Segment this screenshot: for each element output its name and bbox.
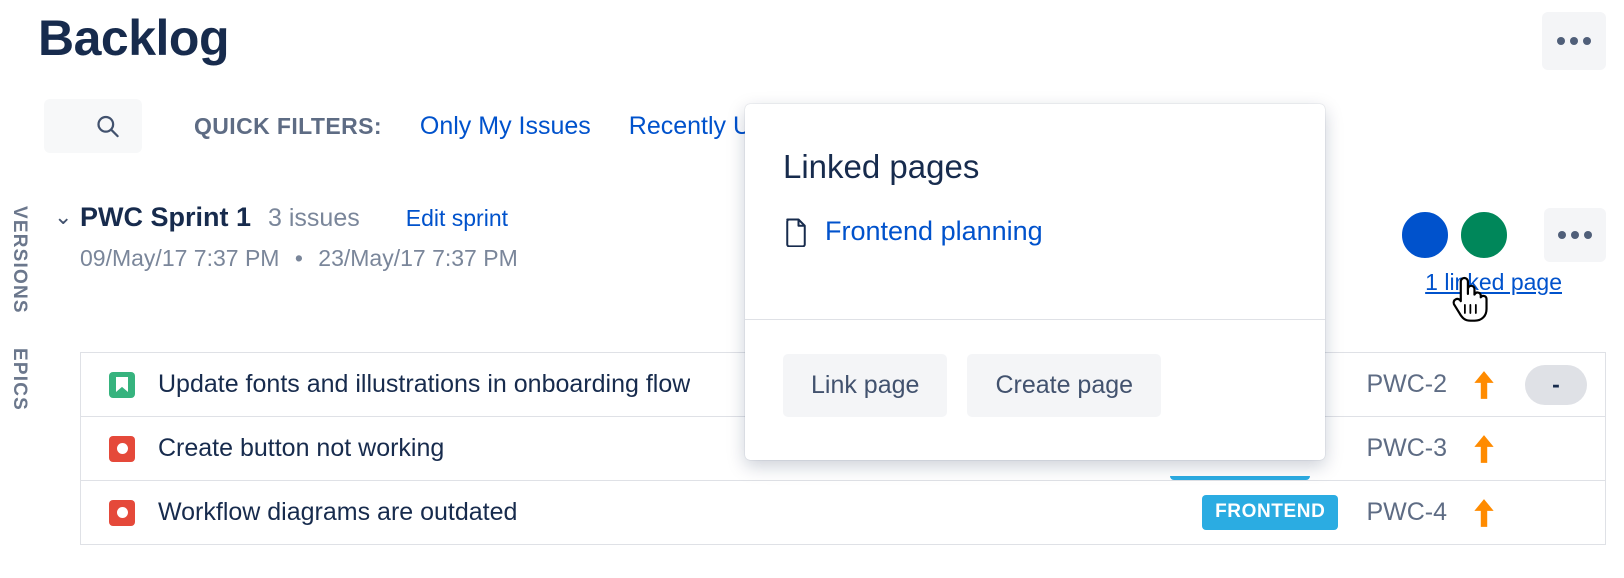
popup-title: Linked pages	[783, 148, 980, 185]
quick-filter-only-my-issues[interactable]: Only My Issues	[420, 112, 591, 141]
issue-row-meta: PWC-3	[1338, 429, 1587, 469]
popup-actions: Link page Create page	[783, 354, 1162, 417]
linked-pages-popup: Linked pages Frontend planning Link page…	[745, 104, 1325, 460]
bug-icon	[109, 499, 135, 526]
issue-key[interactable]: PWC-4	[1366, 498, 1447, 527]
issue-summary: Create button not working	[158, 434, 445, 462]
popup-divider	[745, 319, 1325, 320]
linked-pages-link[interactable]: 1 linked page	[1425, 269, 1562, 296]
search-icon	[97, 115, 119, 138]
avatar[interactable]	[1459, 210, 1509, 260]
create-page-button[interactable]: Create page	[967, 354, 1162, 417]
priority-high-arrow-icon	[1471, 434, 1497, 464]
page-document-icon	[786, 218, 806, 247]
rail-label-epics[interactable]: EPICS	[8, 348, 30, 411]
sprint-name: PWC Sprint 1	[80, 202, 252, 232]
avatar-group	[1400, 208, 1606, 262]
bug-icon	[109, 435, 135, 462]
issue-summary: Workflow diagrams are outdated	[158, 498, 518, 526]
sprint-more-actions-button[interactable]	[1544, 208, 1606, 262]
ellipsis-icon	[1584, 231, 1592, 239]
ellipsis-icon	[1583, 37, 1591, 45]
sprint-start-date: 09/May/17 7:37 PM	[80, 245, 280, 271]
ellipsis-icon	[1571, 231, 1579, 239]
epic-tag[interactable]: FRONTEND	[1202, 495, 1339, 530]
ellipsis-icon	[1570, 37, 1578, 45]
edit-sprint-link[interactable]: Edit sprint	[406, 205, 508, 232]
issue-row-meta: FRONTEND PWC-4	[1202, 493, 1587, 533]
issue-row-meta: PWC-2 -	[1338, 364, 1587, 405]
sprint-issue-count: 3 issues	[268, 204, 360, 232]
issue-key[interactable]: PWC-2	[1366, 370, 1447, 399]
backlog-page: Backlog QUICK FILTERS: Only My Issues Re…	[0, 0, 1624, 578]
quick-filters-label: QUICK FILTERS:	[194, 112, 382, 139]
chevron-down-icon[interactable]: ⌄	[54, 206, 76, 228]
issue-summary: Update fonts and illustrations in onboar…	[158, 370, 691, 398]
table-row[interactable]: Workflow diagrams are outdated FRONTEND …	[81, 481, 1605, 545]
issue-key[interactable]: PWC-3	[1366, 434, 1447, 463]
avatar[interactable]	[1400, 210, 1450, 260]
ellipsis-icon	[1557, 37, 1565, 45]
story-icon	[109, 371, 135, 398]
sprint-end-date: 23/May/17 7:37 PM	[318, 245, 518, 271]
ellipsis-icon	[1558, 231, 1566, 239]
sprint-header-right: 1 linked page	[1400, 208, 1606, 296]
epic-tag-partially-hidden	[1170, 476, 1310, 480]
priority-high-arrow-icon	[1471, 498, 1497, 528]
linked-page-item[interactable]: Frontend planning	[783, 216, 1287, 247]
quick-filters-bar: QUICK FILTERS: Only My Issues Recently U…	[44, 99, 828, 153]
priority-high-arrow-icon	[1471, 370, 1497, 400]
sprint-date-separator: •	[294, 245, 303, 271]
board-more-actions-button[interactable]	[1542, 12, 1606, 70]
page-title: Backlog	[38, 10, 230, 66]
link-page-button[interactable]: Link page	[783, 354, 948, 417]
search-button[interactable]	[44, 99, 142, 153]
linked-page-link-frontend-planning[interactable]: Frontend planning	[825, 216, 1043, 247]
estimate-badge[interactable]: -	[1525, 364, 1587, 405]
rail-label-versions[interactable]: VERSIONS	[8, 206, 30, 314]
